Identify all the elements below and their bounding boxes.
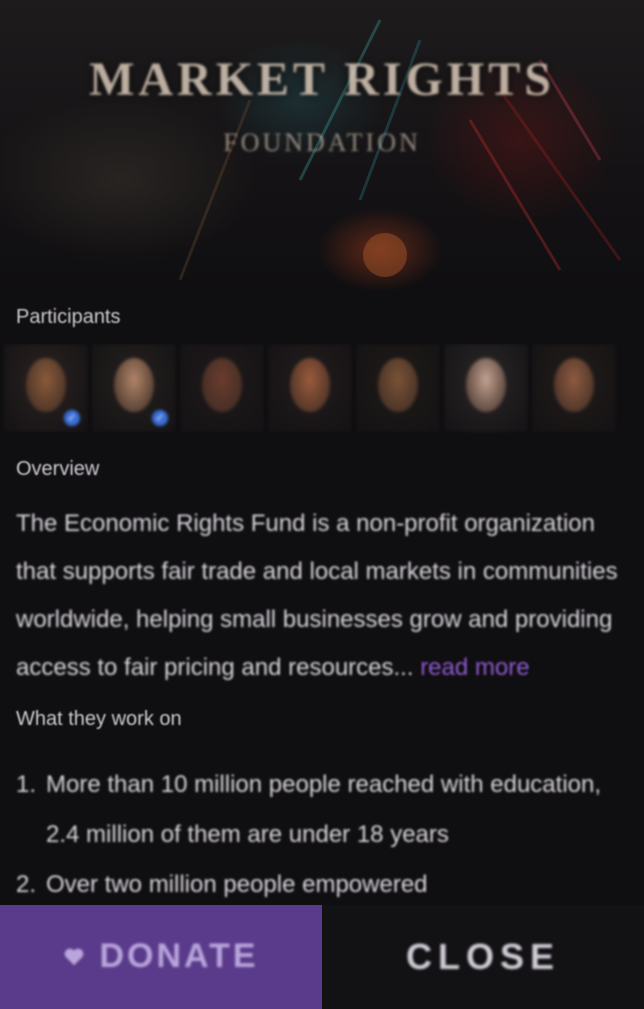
avatar-face [202,358,242,412]
participants-strip[interactable]: ✓ ✓ [0,344,644,434]
what-we-do-list: 1. More than 10 million people reached w… [16,760,616,910]
read-more-link[interactable]: read more [420,654,529,681]
avatar-face [114,358,154,412]
list-item-text: More than 10 million people reached with… [46,771,602,848]
overview-description: The Economic Rights Fund is a non-profit… [16,500,622,692]
avatar-face [466,358,506,412]
campaign-hero-banner: MARKET RIGHTS FOUNDATION [0,0,644,295]
avatar-face [290,358,330,412]
participant-avatar[interactable] [268,344,352,432]
verified-badge-icon: ✓ [64,410,80,426]
verified-badge-icon: ✓ [152,410,168,426]
hero-subtitle: FOUNDATION [223,128,421,157]
list-item: 2. Over two million people empowered [16,860,616,910]
donate-button[interactable]: DONATE [0,905,322,1009]
close-button[interactable]: CLOSE [322,905,644,1009]
list-item: 1. More than 10 million people reached w… [16,760,616,860]
list-item-number: 1. [16,771,37,798]
overview-heading: Overview [16,458,100,480]
participant-avatar[interactable]: ✓ [4,344,88,432]
close-label: CLOSE [405,936,560,977]
donate-label: DONATE [99,937,259,976]
heart-icon [65,948,84,965]
avatar-face [26,358,66,412]
hero-title: MARKET RIGHTS [89,53,555,106]
list-item-text: Over two million people empowered [46,871,428,898]
participant-avatar[interactable] [444,344,528,432]
participant-avatar[interactable] [180,344,264,432]
list-item-number: 2. [16,871,37,898]
what-we-do-heading: What they work on [16,708,182,730]
participants-heading: Participants [16,306,121,328]
participant-avatar[interactable]: ✓ [92,344,176,432]
avatar-face [378,358,418,412]
participant-avatar[interactable] [532,344,616,432]
bottom-action-bar: DONATE CLOSE [0,905,644,1009]
avatar-face [554,358,594,412]
participant-avatar[interactable] [356,344,440,432]
